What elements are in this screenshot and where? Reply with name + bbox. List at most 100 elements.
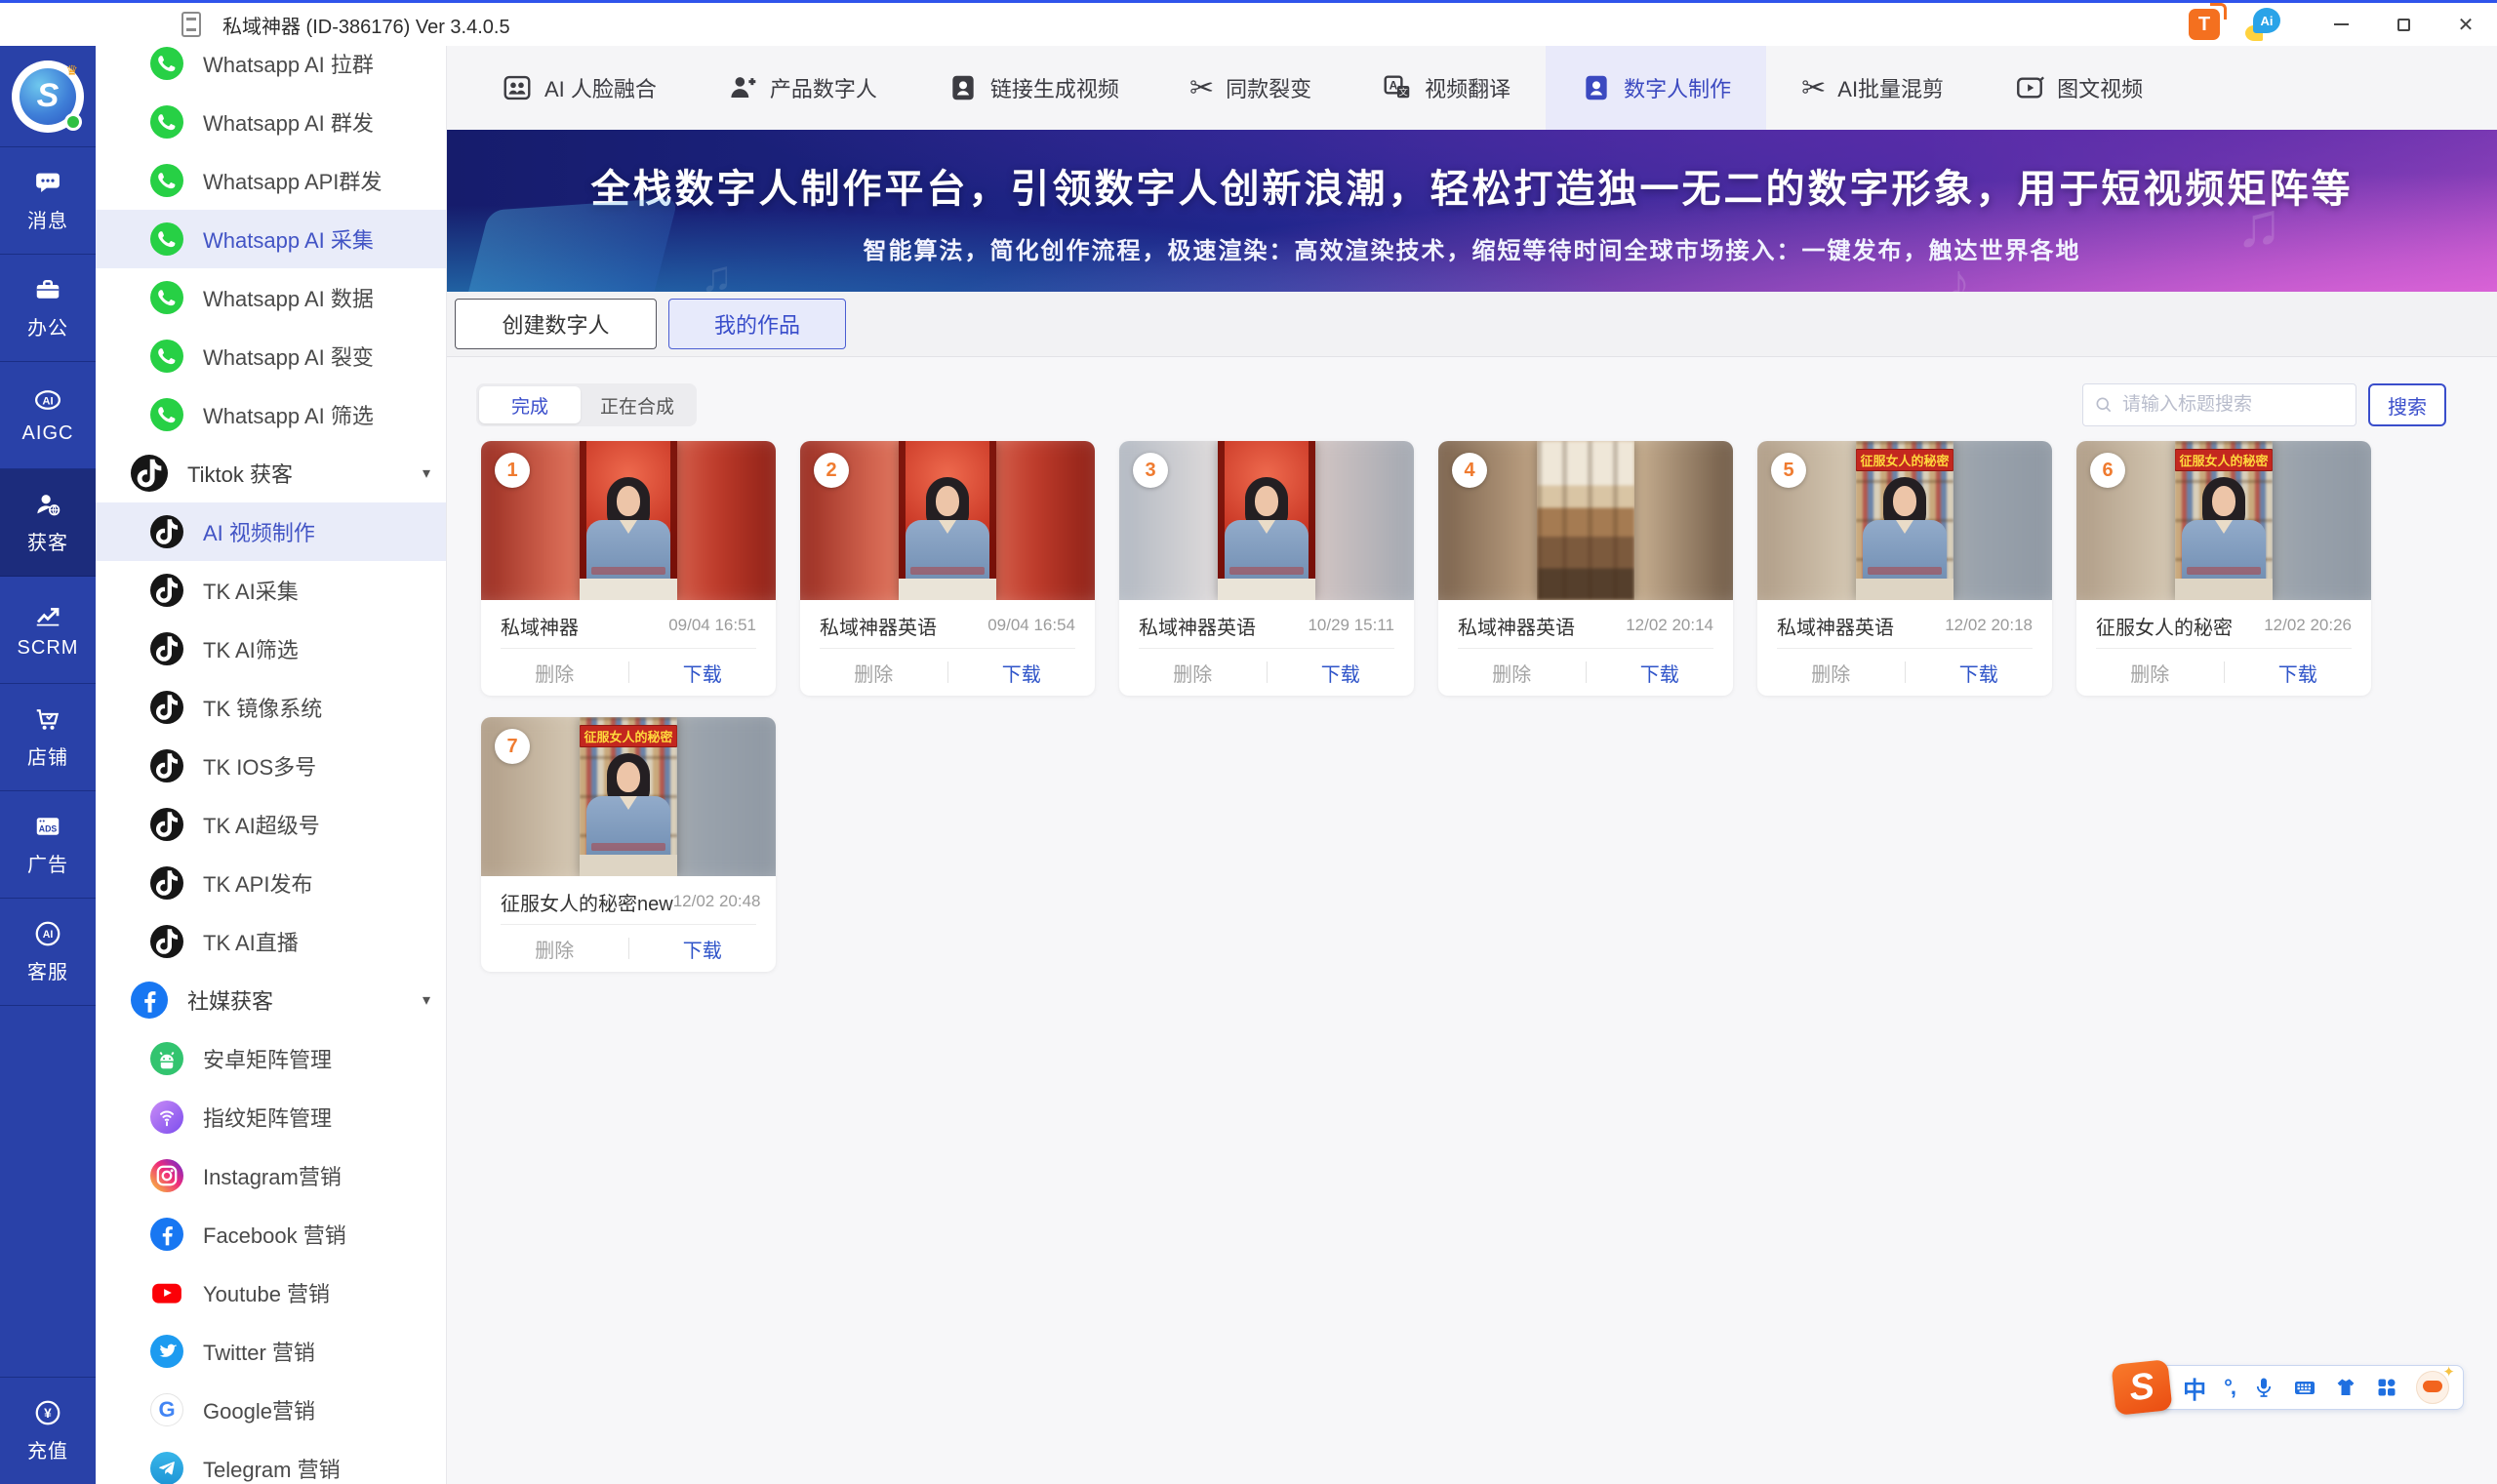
card-number-badge: 1: [495, 453, 530, 488]
facebook-icon: [131, 982, 168, 1019]
download-button[interactable]: 下载: [629, 935, 777, 963]
video-thumbnail[interactable]: 4: [1438, 441, 1733, 600]
keyboard-icon[interactable]: [2293, 1376, 2316, 1399]
minimize-button[interactable]: [2310, 5, 2372, 44]
sidebar-item-tk-ai-caiji[interactable]: TK AI采集: [96, 561, 446, 620]
sidebar-item-whatsapp-ai-caiji[interactable]: Whatsapp AI 采集: [96, 210, 446, 268]
tiktok-icon: [150, 808, 183, 841]
sidebar-item-whatsapp-ai-shaixuan[interactable]: Whatsapp AI 筛选: [96, 385, 446, 444]
download-button[interactable]: 下载: [1268, 659, 1415, 687]
video-overlay-title: 征服女人的秘密: [1856, 449, 1953, 471]
download-button[interactable]: 下载: [1906, 659, 2053, 687]
filter-done[interactable]: 完成: [479, 386, 581, 423]
rail-item-service[interactable]: 客服: [0, 899, 96, 1006]
tab-face-fusion[interactable]: AI 人脸融合: [466, 46, 692, 130]
sidebar-item-tk-live[interactable]: TK AI直播: [96, 912, 446, 971]
search-button[interactable]: 搜索: [2368, 383, 2446, 426]
tab-video-translate[interactable]: 视频翻译: [1347, 46, 1546, 130]
sidebar-group-social[interactable]: 社媒获客 ▾: [96, 971, 446, 1029]
filter-processing[interactable]: 正在合成: [581, 386, 694, 423]
rail-item-scrm[interactable]: SCRM: [0, 577, 96, 684]
punctuation-icon[interactable]: °,: [2224, 1375, 2235, 1400]
briefcase-icon: [33, 275, 62, 304]
tab-product-avatar[interactable]: 产品数字人: [692, 46, 912, 130]
rail-item-aigc[interactable]: AIGC: [0, 362, 96, 469]
skin-icon[interactable]: [2334, 1376, 2357, 1399]
download-button[interactable]: 下载: [629, 659, 777, 687]
delete-button[interactable]: 删除: [481, 935, 628, 963]
rail-item-messages[interactable]: 消息: [0, 147, 96, 255]
sogou-logo-icon[interactable]: S: [2112, 1359, 2173, 1416]
video-thumbnail[interactable]: 征服女人的秘密 7: [481, 717, 776, 876]
rail-item-acquisition[interactable]: 获客: [0, 469, 96, 577]
sidebar-item-whatsapp-ai-liebian[interactable]: Whatsapp AI 裂变: [96, 327, 446, 385]
sidebar-item-facebook[interactable]: Facebook 营销: [96, 1205, 446, 1263]
delete-button[interactable]: 删除: [1757, 659, 1905, 687]
video-thumbnail[interactable]: 征服女人的秘密 5: [1757, 441, 2052, 600]
delete-button[interactable]: 删除: [800, 659, 947, 687]
telegram-icon: [150, 1452, 183, 1484]
chinese-mode-icon[interactable]: 中: [2183, 1371, 2206, 1405]
sidebar-item-android-matrix[interactable]: 安卓矩阵管理: [96, 1029, 446, 1088]
rail-item-ads[interactable]: 广告: [0, 791, 96, 899]
create-avatar-button[interactable]: 创建数字人: [455, 299, 657, 349]
video-card: 1 私域神器 09/04 16:51 删除 下载: [481, 441, 776, 696]
tab-clone-fission[interactable]: ✂ 同款裂变: [1154, 46, 1347, 130]
download-button[interactable]: 下载: [1587, 659, 1734, 687]
mascot-icon[interactable]: [2416, 1371, 2449, 1404]
tiktok-icon: [150, 574, 183, 607]
microphone-icon[interactable]: [2252, 1376, 2275, 1399]
delete-button[interactable]: 删除: [1438, 659, 1586, 687]
close-button[interactable]: ✕: [2435, 5, 2497, 44]
translate-app-icon[interactable]: T: [2189, 9, 2220, 40]
sidebar-group-tiktok[interactable]: Tiktok 获客 ▾: [96, 444, 446, 502]
sidebar-item-fingerprint-matrix[interactable]: 指纹矩阵管理: [96, 1088, 446, 1146]
sidebar-item-whatsapp-ai-laqun[interactable]: Whatsapp AI 拉群: [96, 46, 446, 93]
video-thumbnail[interactable]: 3: [1119, 441, 1414, 600]
tab-link-to-video[interactable]: 链接生成视频: [912, 46, 1154, 130]
toolbox-icon[interactable]: [2375, 1376, 2398, 1399]
download-button[interactable]: 下载: [2225, 659, 2372, 687]
sidebar-item-whatsapp-api-qunfa[interactable]: Whatsapp API群发: [96, 151, 446, 210]
sidebar-item-youtube[interactable]: Youtube 营销: [96, 1263, 446, 1322]
delete-button[interactable]: 删除: [481, 659, 628, 687]
sidebar-item-google[interactable]: G Google营销: [96, 1381, 446, 1439]
tab-image-text-video[interactable]: 图文视频: [1979, 46, 2178, 130]
rail-item-recharge[interactable]: 充值: [0, 1377, 96, 1484]
download-button[interactable]: 下载: [948, 659, 1096, 687]
video-thumbnail[interactable]: 征服女人的秘密 6: [2076, 441, 2371, 600]
sidebar: Whatsapp AI 拉群 Whatsapp AI 群发 Whatsapp A…: [96, 46, 447, 1484]
tab-avatar-maker[interactable]: 数字人制作: [1546, 46, 1766, 130]
delete-button[interactable]: 删除: [1119, 659, 1267, 687]
sidebar-item-tk-mirror[interactable]: TK 镜像系统: [96, 678, 446, 737]
search-input[interactable]: [2082, 383, 2356, 426]
delete-button[interactable]: 删除: [2076, 659, 2224, 687]
my-works-button[interactable]: 我的作品: [668, 299, 846, 349]
sidebar-item-twitter[interactable]: Twitter 营销: [96, 1322, 446, 1381]
rail-item-shop[interactable]: 店铺: [0, 684, 96, 791]
tab-ai-batch-edit[interactable]: ✂ AI批量混剪: [1766, 46, 1979, 130]
window-icon: [181, 12, 201, 37]
sidebar-item-ai-video-maker[interactable]: AI 视频制作: [96, 502, 446, 561]
whatsapp-icon: [150, 105, 183, 139]
search-icon: [2094, 395, 2114, 415]
video-timestamp: 09/04 16:51: [668, 616, 756, 635]
tiktok-icon: [150, 749, 183, 782]
sidebar-item-tk-api[interactable]: TK API发布: [96, 854, 446, 912]
sidebar-item-tk-ios[interactable]: TK IOS多号: [96, 737, 446, 795]
maximize-button[interactable]: [2372, 5, 2435, 44]
sidebar-item-tk-super[interactable]: TK AI超级号: [96, 795, 446, 854]
sidebar-item-whatsapp-ai-qunfa[interactable]: Whatsapp AI 群发: [96, 93, 446, 151]
ai-badge-icon: [33, 385, 62, 415]
sidebar-item-instagram[interactable]: Instagram营销: [96, 1146, 446, 1205]
video-thumbnail[interactable]: 2: [800, 441, 1095, 600]
crown-icon: ♛: [65, 62, 78, 79]
sidebar-item-tk-ai-shaixuan[interactable]: TK AI筛选: [96, 620, 446, 678]
title-bar: 私域神器 (ID-386176) Ver 3.4.0.5 T Ai ✕: [0, 3, 2497, 46]
video-thumbnail[interactable]: 1: [481, 441, 776, 600]
tiktok-icon: [150, 632, 183, 665]
rail-item-office[interactable]: 办公: [0, 255, 96, 362]
ai-chat-icon[interactable]: Ai: [2245, 8, 2280, 41]
sidebar-item-telegram[interactable]: Telegram 营销: [96, 1439, 446, 1484]
sidebar-item-whatsapp-ai-shuju[interactable]: Whatsapp AI 数据: [96, 268, 446, 327]
